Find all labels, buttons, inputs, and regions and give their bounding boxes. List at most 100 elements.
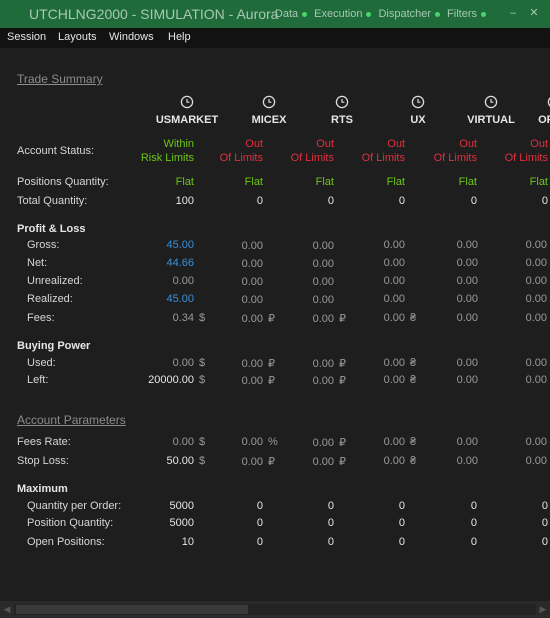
currency-symbol: $ — [199, 312, 206, 324]
quantity-per-order-cell: 0 — [542, 500, 548, 512]
quantity-per-order-cell: 5000 — [170, 500, 194, 512]
fees-rate-label: Fees Rate: — [17, 436, 71, 448]
fees-cell: 0.00 ₽ — [313, 312, 347, 325]
positions-quantity-value: Flat — [529, 176, 548, 188]
account-parameters-title[interactable]: Account Parameters — [17, 413, 126, 427]
open-positions-value: 0 — [541, 536, 548, 548]
realized-cell: 45.00$ — [166, 293, 207, 305]
fees-rate-value: 0.00 — [312, 437, 334, 449]
scroll-left-icon[interactable]: ◀ — [1, 603, 13, 616]
left-value: 20000.00 — [148, 374, 194, 386]
stop-loss-cell: 0.00 ₽ — [313, 455, 347, 468]
total-quantity-value: 0 — [470, 195, 477, 207]
unrealized-value: 0.00 — [525, 275, 547, 287]
positions-quantity-value: Flat — [315, 176, 334, 188]
clock-icon — [262, 95, 276, 109]
horizontal-scrollbar[interactable]: ◀ ▶ — [0, 601, 550, 618]
net-value: 0.00 — [456, 257, 478, 269]
account-status-line1: Within — [163, 138, 194, 150]
position-quantity-cell: 0 — [328, 517, 334, 529]
gross-value: 0.00 — [312, 240, 334, 252]
total-quantity-cell: 0 — [471, 195, 477, 207]
currency-symbol: $ — [199, 436, 206, 448]
stop-loss-cell: 0.00 — [457, 455, 491, 467]
position-quantity-cell: 0 — [542, 517, 548, 529]
net-value: 44.66 — [166, 257, 194, 269]
open-positions-cell: 0 — [257, 536, 263, 548]
fees-cell: 0.34 $ — [173, 312, 207, 324]
positions-quantity-cell: Flat — [176, 176, 194, 188]
position-quantity-cell: 0 — [257, 517, 263, 529]
menu-help[interactable]: Help — [168, 31, 191, 43]
nav-filters[interactable]: Filters — [447, 8, 486, 20]
account-status-line1: Out — [387, 138, 405, 150]
status-dot-icon — [481, 11, 486, 17]
currency-symbol: ₽ — [268, 456, 275, 468]
close-button[interactable]: ✕ — [527, 6, 541, 20]
used-value: 0.00 — [312, 358, 334, 370]
fees-rate-value: 0.00 — [241, 436, 263, 448]
position-quantity-value: 0 — [256, 517, 263, 529]
total-quantity-cell: 0 — [257, 195, 263, 207]
account-status-cell: Out Of Limits — [505, 137, 548, 165]
column-header-ux[interactable]: UX — [383, 114, 453, 126]
total-quantity-label: Total Quantity: — [17, 195, 88, 207]
positions-quantity-cell: Flat — [530, 176, 548, 188]
column-header-opra[interactable]: OPRA — [519, 114, 550, 126]
realized-cell: 0.00 — [526, 293, 550, 305]
currency-symbol: ₽ — [268, 358, 275, 370]
nav-data[interactable]: Data — [275, 8, 308, 20]
left-value: 0.00 — [312, 375, 334, 387]
gross-cell: 0.00₴ — [384, 239, 418, 251]
left-cell: 0.00 ₽ — [313, 374, 347, 387]
unrealized-cell: 0.00₴ — [384, 275, 418, 287]
column-header-usmarket[interactable]: USMARKET — [152, 114, 222, 126]
account-status-line2: Of Limits — [290, 152, 334, 164]
realized-cell: 0.00₽ — [313, 293, 347, 306]
gross-label: Gross: — [27, 239, 60, 251]
fees-rate-cell: 0.00 — [457, 436, 491, 448]
fees-rate-value: 0.00 — [456, 436, 478, 448]
menu-session[interactable]: Session — [7, 31, 46, 43]
position-quantity-value: 5000 — [169, 517, 194, 529]
column-header-micex[interactable]: MICEX — [234, 114, 304, 126]
currency-symbol: ₴ — [410, 374, 417, 386]
gross-cell: 0.00 — [526, 239, 550, 251]
positions-quantity-value: Flat — [458, 176, 477, 188]
currency-symbol: ₽ — [268, 313, 275, 325]
currency-symbol: ₴ — [410, 357, 417, 369]
quantity-per-order-label: Quantity per Order: — [27, 500, 122, 512]
currency-symbol: $ — [199, 357, 206, 369]
scrollbar-thumb[interactable] — [16, 605, 248, 614]
menu-layouts[interactable]: Layouts — [58, 31, 97, 43]
menu-windows[interactable]: Windows — [109, 31, 154, 43]
open-positions-value: 0 — [398, 536, 405, 548]
stop-loss-value: 0.00 — [456, 455, 478, 467]
fees-rate-value: 0.00 — [525, 436, 547, 448]
minimize-button[interactable]: – — [506, 6, 520, 20]
net-cell: 44.66$ — [166, 257, 207, 269]
open-positions-value: 0 — [470, 536, 477, 548]
used-value: 0.00 — [383, 357, 405, 369]
open-positions-cell: 0 — [399, 536, 405, 548]
total-quantity-value: 100 — [175, 195, 194, 207]
nav-execution[interactable]: Execution — [314, 8, 372, 20]
position-quantity-value: 0 — [398, 517, 405, 529]
account-status-cell: Out Of Limits — [362, 137, 405, 165]
account-status-line2: Of Limits — [361, 152, 405, 164]
realized-value: 0.00 — [312, 294, 334, 306]
nav-dispatcher[interactable]: Dispatcher — [378, 8, 441, 20]
clock-icon — [484, 95, 498, 109]
fees-value: 0.00 — [383, 312, 405, 324]
trade-summary-title[interactable]: Trade Summary — [17, 72, 103, 86]
total-quantity-value: 0 — [398, 195, 405, 207]
column-header-rts[interactable]: RTS — [307, 114, 377, 126]
fees-label: Fees: — [27, 312, 55, 324]
used-cell: 0.00 ₽ — [313, 357, 347, 370]
column-header-virtual[interactable]: VIRTUAL — [456, 114, 526, 126]
scroll-right-icon[interactable]: ▶ — [537, 603, 549, 616]
position-quantity-value: 0 — [327, 517, 334, 529]
currency-symbol: ₽ — [339, 437, 346, 449]
fees-rate-cell: 0.00 — [526, 436, 550, 448]
left-cell: 0.00 — [526, 374, 550, 386]
